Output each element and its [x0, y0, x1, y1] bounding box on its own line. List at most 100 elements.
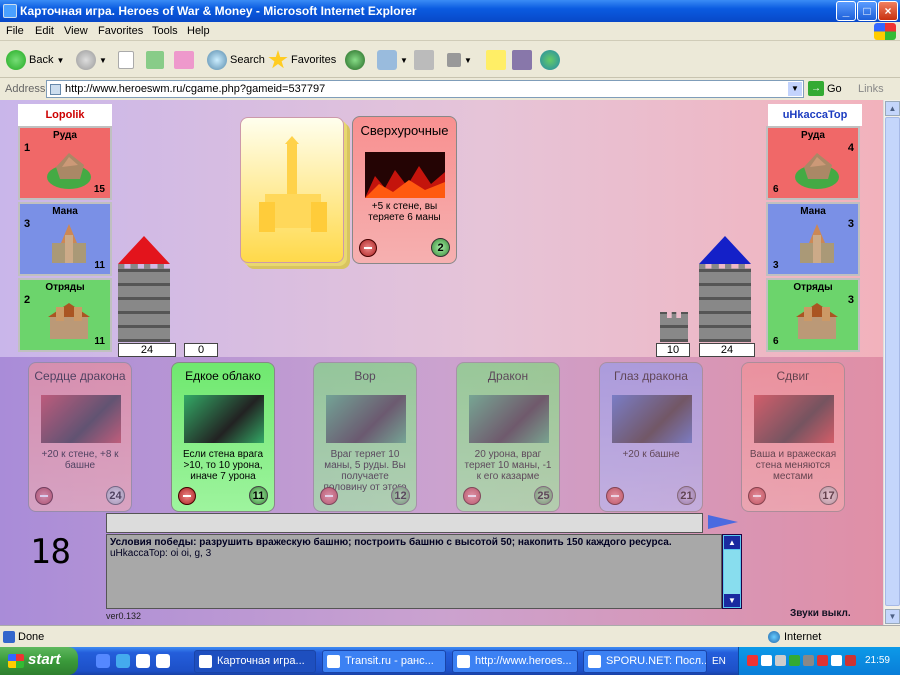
game-page: Lopolik Руда 1 15 Мана 3 11 Отряды 2 11 … — [0, 100, 883, 625]
tray-icon[interactable] — [817, 655, 828, 666]
log-scrollbar[interactable]: ▲ ▼ — [722, 534, 742, 609]
language-indicator[interactable]: EN — [712, 656, 726, 667]
task-transit[interactable]: Transit.ru - ранс... — [322, 650, 446, 673]
quicklaunch-ie-icon[interactable] — [96, 654, 110, 668]
left-wall-height: 0 — [184, 343, 218, 357]
tray-icon[interactable] — [747, 655, 758, 666]
start-button[interactable]: start — [0, 647, 78, 675]
forward-button[interactable]: ▼ — [76, 48, 107, 72]
hand-card[interactable]: Сердце дракона +20 к стене, +8 к башне 24 — [28, 362, 132, 512]
hand-card[interactable]: Дракон 20 урона, враг теряет 10 маны, -1 … — [456, 362, 560, 512]
go-button[interactable]: → Go — [808, 81, 842, 96]
favorites-button[interactable]: Favorites — [268, 48, 336, 72]
star-icon — [268, 50, 288, 69]
quicklaunch-app-icon[interactable] — [136, 654, 150, 668]
minimize-button[interactable]: _ — [836, 1, 856, 21]
tray-icon[interactable] — [845, 655, 856, 666]
tray-icon[interactable] — [831, 655, 842, 666]
address-dropdown-icon[interactable]: ▼ — [788, 82, 802, 96]
chat-input[interactable] — [106, 513, 703, 533]
tray-icon[interactable] — [761, 655, 772, 666]
hand-card[interactable]: Едкое облако Если стена врага >10, то 10 … — [171, 362, 275, 512]
log-scroll-thumb[interactable] — [724, 550, 740, 594]
card-discard-icon[interactable] — [35, 487, 53, 505]
task-sporu[interactable]: SPORU.NET: Посл... — [583, 650, 707, 673]
edit-button[interactable]: ▼ — [447, 48, 472, 72]
card-discard-icon[interactable] — [320, 487, 338, 505]
right-tower-body — [699, 264, 751, 342]
history-button[interactable] — [345, 48, 365, 72]
refresh-button[interactable] — [146, 48, 164, 72]
status-text: Done — [18, 631, 45, 643]
maximize-button[interactable]: □ — [857, 1, 877, 21]
address-input[interactable]: http://www.heroeswm.ru/cgame.php?gameid=… — [46, 80, 804, 98]
fire-night-image-icon — [365, 152, 445, 198]
task-heroes[interactable]: http://www.heroes... — [452, 650, 578, 673]
scroll-thumb[interactable] — [885, 117, 900, 606]
menu-tools[interactable]: Tools — [152, 25, 178, 37]
right-ore-amount: 6 — [773, 184, 779, 195]
menu-edit[interactable]: Edit — [35, 25, 54, 37]
card-image-icon — [754, 395, 834, 443]
quicklaunch-browser-icon[interactable] — [116, 654, 130, 668]
right-mana-amount: 3 — [773, 260, 779, 271]
history-icon — [345, 50, 365, 70]
close-button[interactable]: × — [878, 1, 898, 21]
right-troops-panel: Отряды 3 6 — [766, 278, 860, 352]
hand-card[interactable]: Сдвиг Ваша и вражеская стена меняются мес… — [741, 362, 845, 512]
page-scrollbar[interactable]: ▲ ▼ — [883, 100, 900, 625]
log-scroll-down-icon[interactable]: ▼ — [724, 594, 740, 607]
deck[interactable] — [240, 117, 344, 263]
card-cost: 11 — [249, 486, 268, 505]
log-scroll-up-icon[interactable]: ▲ — [724, 536, 740, 549]
notes-button[interactable] — [486, 48, 506, 72]
home-button[interactable] — [174, 48, 194, 72]
send-arrow-icon[interactable] — [708, 515, 738, 529]
back-button[interactable]: Back ▼ — [6, 48, 64, 72]
sound-toggle[interactable]: Звуки выкл. — [790, 608, 851, 619]
played-card-desc: +5 к стене, вы теряете 6 маны — [368, 201, 441, 223]
scroll-down-icon[interactable]: ▼ — [885, 609, 900, 624]
title-bar[interactable]: Карточная игра. Heroes of War & Money - … — [0, 0, 900, 22]
card-discard-icon[interactable] — [178, 487, 196, 505]
ie-task-icon — [199, 655, 212, 668]
system-tray: 21:59 — [738, 647, 900, 675]
card-cost: 12 — [391, 486, 410, 505]
links-button[interactable]: Links — [858, 83, 884, 95]
mail-button[interactable]: ▼ — [377, 48, 408, 72]
menu-view[interactable]: View — [64, 25, 88, 37]
menu-favorites[interactable]: Favorites — [98, 25, 143, 37]
menu-file[interactable]: File — [6, 25, 24, 37]
status-bar: Done Internet — [0, 625, 900, 647]
magic-tower-icon — [52, 224, 86, 263]
tray-icon[interactable] — [775, 655, 786, 666]
volume-icon[interactable] — [803, 655, 814, 666]
left-mana-amount: 11 — [94, 260, 105, 271]
messenger-button[interactable] — [540, 48, 560, 72]
played-card-discard-icon — [359, 239, 377, 257]
quicklaunch-app2-icon[interactable] — [156, 654, 170, 668]
card-discard-icon[interactable] — [463, 487, 481, 505]
research-button[interactable] — [512, 48, 532, 72]
menu-help[interactable]: Help — [187, 25, 210, 37]
ie-task-icon — [457, 655, 470, 668]
task-card-game[interactable]: Карточная игра... — [194, 650, 316, 673]
card-cost: 25 — [534, 486, 553, 505]
ie-window: Карточная игра. Heroes of War & Money - … — [0, 0, 900, 675]
card-discard-icon[interactable] — [748, 487, 766, 505]
taskbar: start Карточная игра... Transit.ru - ран… — [0, 647, 900, 675]
left-mana-panel: Мана 3 11 — [18, 202, 112, 276]
hand-card[interactable]: Вор Враг теряет 10 маны, 5 руды. Вы получ… — [313, 362, 417, 512]
right-troops-amount: 6 — [773, 336, 779, 347]
tray-icon[interactable] — [789, 655, 800, 666]
left-ore-amount: 15 — [93, 184, 105, 195]
left-troops-label: Отряды — [45, 282, 85, 293]
print-button[interactable] — [414, 48, 434, 72]
stop-button[interactable] — [118, 48, 134, 72]
hand-card[interactable]: Глаз дракона +20 к башне 21 — [599, 362, 703, 512]
left-troops-production: 2 — [24, 294, 31, 306]
scroll-up-icon[interactable]: ▲ — [885, 101, 900, 116]
magic-tower-icon — [800, 224, 834, 263]
search-button[interactable]: Search — [207, 48, 265, 72]
card-discard-icon[interactable] — [606, 487, 624, 505]
